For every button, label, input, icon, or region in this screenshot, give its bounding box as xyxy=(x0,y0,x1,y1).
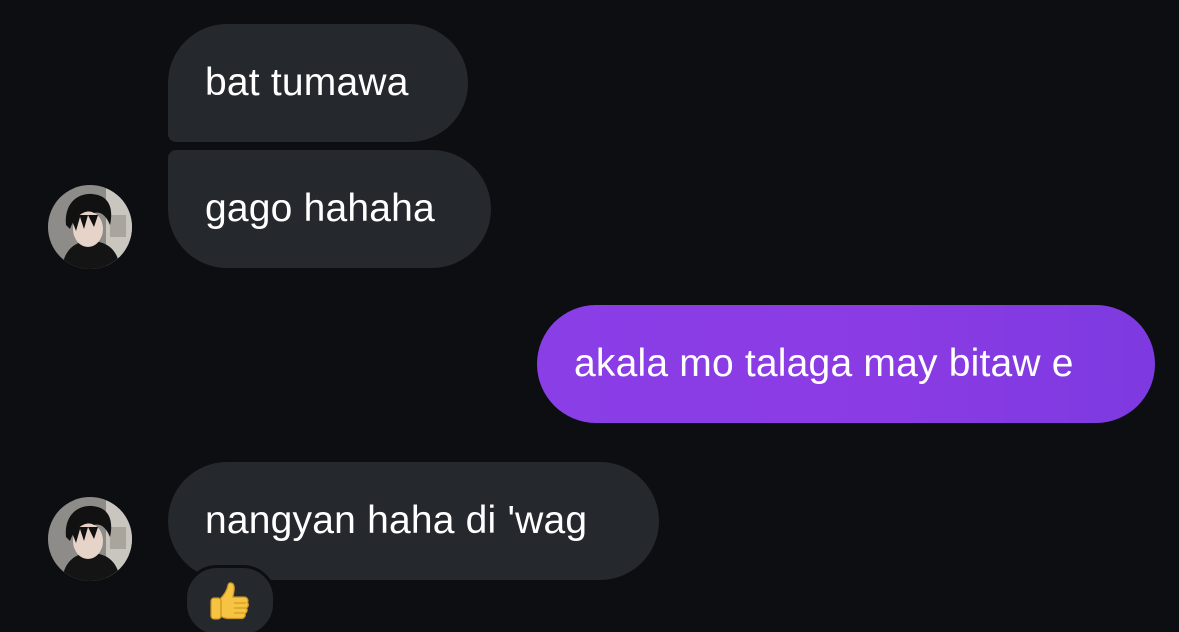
message-text: akala mo talaga may bitaw e xyxy=(574,342,1074,385)
message-reaction[interactable] xyxy=(184,565,276,632)
incoming-message[interactable]: bat tumawa xyxy=(168,24,468,142)
avatar-photo-icon xyxy=(48,185,132,269)
message-text: bat tumawa xyxy=(205,61,409,104)
message-text: gago hahaha xyxy=(205,187,435,230)
sender-avatar[interactable] xyxy=(48,497,132,581)
thumbs-up-icon xyxy=(210,582,249,620)
message-text: nangyan haha di 'wag xyxy=(205,499,588,542)
outgoing-message[interactable]: akala mo talaga may bitaw e xyxy=(537,305,1155,423)
incoming-message[interactable]: gago hahaha xyxy=(168,150,491,268)
avatar-photo-icon xyxy=(48,497,132,581)
sender-avatar[interactable] xyxy=(48,185,132,269)
incoming-message[interactable]: nangyan haha di 'wag xyxy=(168,462,659,580)
